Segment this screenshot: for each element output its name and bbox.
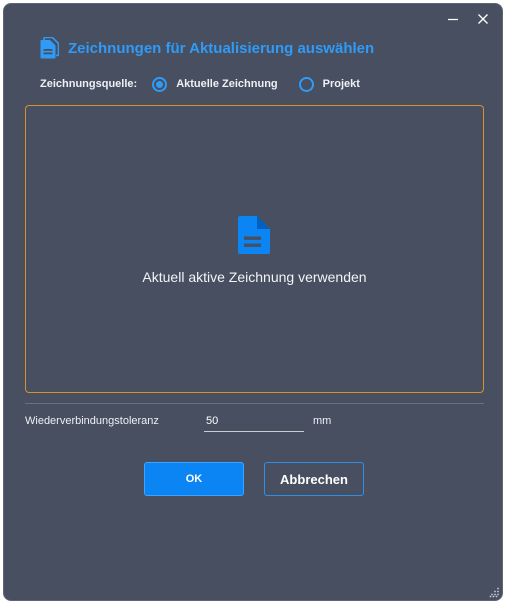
dialog-header: Zeichnungen für Aktualisierung auswählen: [40, 36, 374, 60]
radio-project[interactable]: Projekt: [298, 76, 360, 92]
drawing-selection-area[interactable]: Aktuell aktive Zeichnung verwenden: [25, 105, 484, 393]
radio-current-drawing[interactable]: Aktuelle Zeichnung: [152, 76, 278, 92]
minimize-button[interactable]: [440, 8, 466, 30]
source-label: Zeichnungsquelle:: [40, 78, 138, 90]
tolerance-input[interactable]: [204, 410, 304, 432]
radio-button-unchecked[interactable]: [298, 76, 314, 92]
radio-project-label: Projekt: [322, 78, 360, 90]
document-icon: [238, 216, 270, 254]
resize-grip-icon[interactable]: [489, 587, 500, 598]
radio-dot: [156, 80, 164, 88]
ok-button[interactable]: OK: [144, 462, 244, 496]
document-icon: [40, 37, 59, 59]
minimize-icon: [448, 18, 458, 21]
radio-current-drawing-label: Aktuelle Zeichnung: [176, 78, 278, 90]
dialog-window: Zeichnungen für Aktualisierung auswählen…: [3, 3, 503, 601]
drop-area-text: Aktuell aktive Zeichnung verwenden: [142, 269, 367, 285]
tolerance-label: Wiederverbindungstoleranz: [25, 415, 159, 427]
separator: [25, 403, 484, 404]
close-icon: [478, 14, 488, 24]
radio-button-checked[interactable]: [152, 76, 168, 92]
source-selector: Zeichnungsquelle: Aktuelle Zeichnung Pro…: [40, 74, 360, 94]
dialog-title: Zeichnungen für Aktualisierung auswählen: [68, 39, 375, 57]
tolerance-unit: mm: [313, 415, 332, 427]
cancel-button[interactable]: Abbrechen: [264, 462, 364, 496]
close-button[interactable]: [470, 8, 496, 30]
